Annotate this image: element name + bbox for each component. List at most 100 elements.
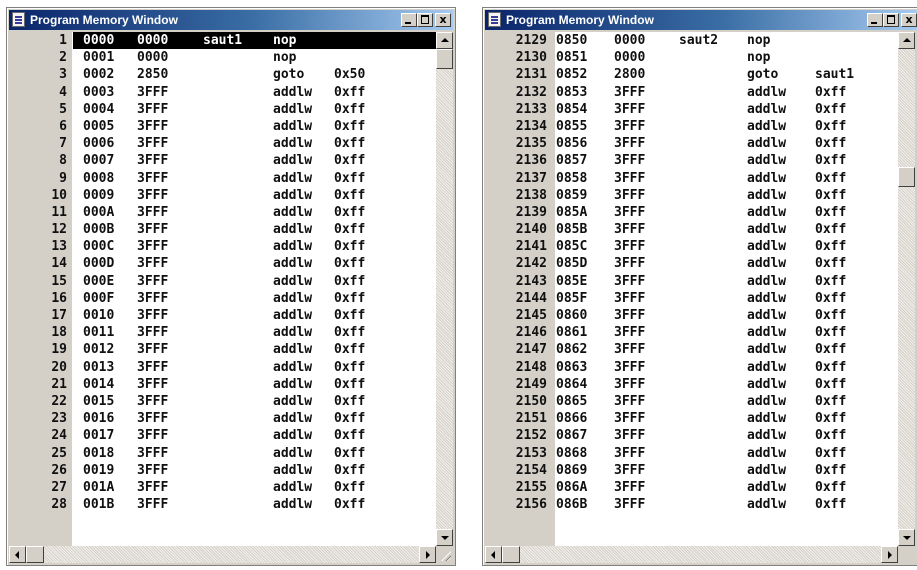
memory-row[interactable]: 2150 0865 3FFF addlw 0xff [485, 393, 898, 410]
scroll-down-button[interactable] [436, 529, 453, 546]
memory-row[interactable]: 2152 0867 3FFF addlw 0xff [485, 427, 898, 444]
memory-row[interactable]: 18 0011 3FFF addlw 0xff [9, 324, 436, 341]
arrow-up-icon [441, 38, 449, 42]
title-bar[interactable]: Program Memory Window x [485, 10, 917, 30]
memory-row[interactable]: 2147 0862 3FFF addlw 0xff [485, 341, 898, 358]
minimize-icon[interactable] [401, 13, 417, 27]
memory-row[interactable]: 22 0015 3FFF addlw 0xff [9, 393, 436, 410]
horizontal-scroll-thumb[interactable] [502, 546, 520, 563]
memory-row[interactable]: 14 000D 3FFF addlw 0xff [9, 255, 436, 272]
close-icon[interactable]: x [435, 13, 451, 27]
memory-listing[interactable]: 1 0000 0000 saut1 nop 2 0001 0000 nop 3 0002 2850 go… [9, 32, 436, 546]
memory-row[interactable]: 2143 085E 3FFF addlw 0xff [485, 273, 898, 290]
scroll-left-button[interactable] [485, 546, 502, 563]
vertical-scrollbar[interactable] [436, 32, 453, 546]
maximize-icon[interactable] [417, 13, 433, 27]
memory-row[interactable]: 2134 0855 3FFF addlw 0xff [485, 118, 898, 135]
line-number: 20 [51, 359, 67, 375]
memory-row[interactable]: 12 000B 3FFF addlw 0xff [9, 221, 436, 238]
memory-listing[interactable]: 2129 0850 0000 saut2 nop 2130 0851 0000 nop 2131 0… [485, 32, 898, 546]
scroll-up-button[interactable] [436, 32, 453, 49]
scroll-thumb[interactable] [436, 49, 453, 69]
memory-row[interactable]: 8 0007 3FFF addlw 0xff [9, 152, 436, 169]
memory-row[interactable]: 2142 085D 3FFF addlw 0xff [485, 255, 898, 272]
memory-row[interactable]: 2135 0856 3FFF addlw 0xff [485, 135, 898, 152]
memory-row[interactable]: 4 0003 3FFF addlw 0xff [9, 84, 436, 101]
memory-row[interactable]: 2154 0869 3FFF addlw 0xff [485, 462, 898, 479]
instruction: addlw [747, 101, 787, 117]
memory-row[interactable]: 7 0006 3FFF addlw 0xff [9, 135, 436, 152]
memory-row[interactable]: 9 0008 3FFF addlw 0xff [9, 170, 436, 187]
memory-row[interactable]: 2139 085A 3FFF addlw 0xff [485, 204, 898, 221]
memory-row[interactable]: 28 001B 3FFF addlw 0xff [9, 496, 436, 513]
memory-row[interactable]: 2132 0853 3FFF addlw 0xff [485, 84, 898, 101]
memory-row[interactable]: 1 0000 0000 saut1 nop [9, 32, 436, 49]
memory-row[interactable]: 25 0018 3FFF addlw 0xff [9, 445, 436, 462]
scroll-down-button[interactable] [898, 529, 915, 546]
line-number: 13 [51, 239, 67, 255]
memory-row[interactable]: 2151 0866 3FFF addlw 0xff [485, 410, 898, 427]
memory-row[interactable]: 2131 0852 2800 goto saut1 [485, 66, 898, 83]
memory-row[interactable]: 6 0005 3FFF addlw 0xff [9, 118, 436, 135]
memory-row[interactable]: 2130 0851 0000 nop [485, 49, 898, 66]
opcode: 3FFF [614, 411, 646, 427]
memory-row[interactable]: 2136 0857 3FFF addlw 0xff [485, 152, 898, 169]
memory-row[interactable]: 2 0001 0000 nop [9, 49, 436, 66]
memory-row[interactable]: 2144 085F 3FFF addlw 0xff [485, 290, 898, 307]
memory-row[interactable]: 27 001A 3FFF addlw 0xff [9, 479, 436, 496]
horizontal-scroll-thumb[interactable] [26, 546, 44, 563]
memory-row[interactable]: 2145 0860 3FFF addlw 0xff [485, 307, 898, 324]
memory-row[interactable]: 2133 0854 3FFF addlw 0xff [485, 101, 898, 118]
program-memory-window-right[interactable]: Program Memory Window x 2129 0850 0000 saut… [482, 7, 917, 566]
program-memory-window-left[interactable]: Program Memory Window x 1 0000 0000 saut1 no… [6, 7, 456, 566]
memory-row[interactable]: 26 0019 3FFF addlw 0xff [9, 462, 436, 479]
memory-row[interactable]: 5 0004 3FFF addlw 0xff [9, 101, 436, 118]
memory-row[interactable]: 16 000F 3FFF addlw 0xff [9, 290, 436, 307]
scroll-up-button[interactable] [898, 32, 915, 49]
memory-row[interactable]: 21 0014 3FFF addlw 0xff [9, 376, 436, 393]
operand: 0xff [815, 222, 847, 238]
memory-row[interactable]: 19 0012 3FFF addlw 0xff [9, 341, 436, 358]
scroll-right-button[interactable] [881, 546, 898, 563]
memory-row[interactable]: 13 000C 3FFF addlw 0xff [9, 238, 436, 255]
memory-row[interactable]: 2137 0858 3FFF addlw 0xff [485, 170, 898, 187]
memory-row[interactable]: 2155 086A 3FFF addlw 0xff [485, 479, 898, 496]
title-bar[interactable]: Program Memory Window x [9, 10, 453, 30]
memory-row[interactable]: 2141 085C 3FFF addlw 0xff [485, 238, 898, 255]
line-number: 24 [51, 428, 67, 444]
memory-row[interactable]: 3 0002 2850 goto 0x50 [9, 66, 436, 83]
scroll-left-button[interactable] [9, 546, 26, 563]
memory-row[interactable]: 2129 0850 0000 saut2 nop [485, 32, 898, 49]
address: 0866 [556, 411, 588, 427]
memory-row[interactable]: 15 000E 3FFF addlw 0xff [9, 273, 436, 290]
memory-row[interactable]: 2156 086B 3FFF addlw 0xff [485, 496, 898, 513]
memory-row[interactable]: 23 0016 3FFF addlw 0xff [9, 410, 436, 427]
memory-row[interactable]: 24 0017 3FFF addlw 0xff [9, 427, 436, 444]
memory-row[interactable]: 2146 0861 3FFF addlw 0xff [485, 324, 898, 341]
memory-row[interactable]: 20 0013 3FFF addlw 0xff [9, 359, 436, 376]
horizontal-scrollbar[interactable] [9, 546, 436, 563]
memory-row[interactable]: 2148 0863 3FFF addlw 0xff [485, 359, 898, 376]
scroll-thumb[interactable] [898, 167, 915, 187]
memory-row[interactable]: 10 0009 3FFF addlw 0xff [9, 187, 436, 204]
memory-row[interactable]: 2149 0864 3FFF addlw 0xff [485, 376, 898, 393]
instruction: addlw [747, 411, 787, 427]
close-icon[interactable]: x [901, 13, 917, 27]
instruction: addlw [273, 411, 313, 427]
operand: 0xff [815, 136, 847, 152]
horizontal-scrollbar[interactable] [485, 546, 898, 563]
resize-grip-icon[interactable] [436, 546, 453, 563]
minimize-icon[interactable] [867, 13, 883, 27]
memory-row[interactable]: 2140 085B 3FFF addlw 0xff [485, 221, 898, 238]
address: 0853 [556, 84, 588, 100]
memory-row[interactable]: 11 000A 3FFF addlw 0xff [9, 204, 436, 221]
instruction: addlw [273, 273, 313, 289]
scroll-right-button[interactable] [419, 546, 436, 563]
opcode: 3FFF [137, 136, 169, 152]
memory-row[interactable]: 17 0010 3FFF addlw 0xff [9, 307, 436, 324]
memory-row[interactable]: 2153 0868 3FFF addlw 0xff [485, 445, 898, 462]
vertical-scrollbar[interactable] [898, 32, 915, 546]
memory-row[interactable]: 2138 0859 3FFF addlw 0xff [485, 187, 898, 204]
maximize-icon[interactable] [883, 13, 899, 27]
opcode: 3FFF [137, 325, 169, 341]
